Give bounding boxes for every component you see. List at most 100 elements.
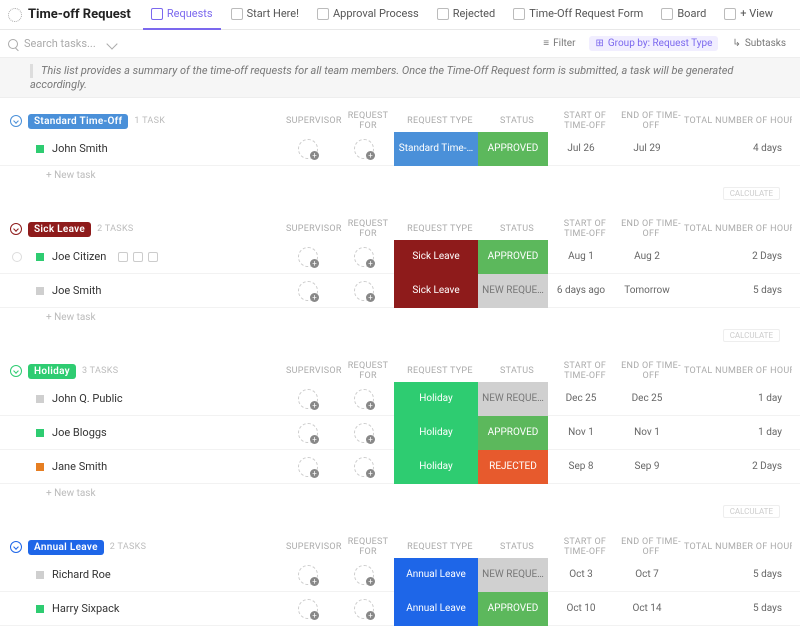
request-for-avatar[interactable] [354, 247, 374, 267]
status-chip[interactable]: NEW REQUE… [478, 382, 548, 416]
status-square-icon[interactable] [36, 605, 44, 613]
task-row[interactable]: Richard Roe Annual Leave NEW REQUE… Oct … [0, 558, 800, 592]
search-input[interactable]: Search tasks... [8, 37, 228, 50]
supervisor-avatar[interactable] [298, 565, 318, 585]
row-selector[interactable] [12, 252, 22, 262]
task-row[interactable]: Jane Smith Holiday REJECTED Sep 8 Sep 9 … [0, 450, 800, 484]
supervisor-avatar[interactable] [298, 599, 318, 619]
group-pill[interactable]: Annual Leave [28, 540, 104, 555]
request-for-avatar[interactable] [354, 389, 374, 409]
status-chip[interactable]: APPROVED [478, 240, 548, 274]
subtask-icon[interactable] [118, 252, 128, 262]
duration: 1 day [680, 427, 788, 438]
request-for-avatar[interactable] [354, 281, 374, 301]
group-header: Holiday 3 TASKS SUPERVISORREQUEST FORREQ… [0, 356, 800, 382]
request-type-chip[interactable]: Annual Leave [394, 558, 478, 592]
group-count: 3 TASKS [82, 366, 118, 376]
supervisor-avatar[interactable] [298, 389, 318, 409]
request-for-avatar[interactable] [354, 423, 374, 443]
status-chip[interactable]: APPROVED [478, 132, 548, 166]
status-square-icon[interactable] [36, 571, 44, 579]
group-toggle[interactable] [10, 541, 22, 553]
request-type-chip[interactable]: Sick Leave [394, 240, 478, 274]
request-type-chip[interactable]: Holiday [394, 382, 478, 416]
task-row[interactable]: John Q. Public Holiday NEW REQUE… Dec 25… [0, 382, 800, 416]
group-header: Annual Leave 2 TASKS SUPERVISORREQUEST F… [0, 532, 800, 558]
link-icon[interactable] [133, 252, 143, 262]
request-for-avatar[interactable] [354, 565, 374, 585]
request-type-chip[interactable]: Standard Time-… [394, 132, 478, 166]
group-toggle[interactable] [10, 115, 22, 127]
task-row[interactable]: John Smith Standard Time-… APPROVED Jul … [0, 132, 800, 166]
start-date: Oct 10 [548, 603, 614, 614]
status-square-icon[interactable] [36, 463, 44, 471]
calculate-button[interactable]: CALCULATE [723, 505, 780, 518]
request-type-chip[interactable]: Sick Leave [394, 274, 478, 308]
calculate-button[interactable]: CALCULATE [723, 329, 780, 342]
task-name: Joe Citizen [52, 250, 106, 263]
task-name: Harry Sixpack [52, 602, 119, 615]
status-chip[interactable]: APPROVED [478, 592, 548, 626]
task-row[interactable]: Joe Bloggs Holiday APPROVED Nov 1 Nov 1 … [0, 416, 800, 450]
tab-0[interactable]: Requests [143, 0, 221, 30]
edit-icon[interactable] [148, 252, 158, 262]
group-pill[interactable]: Holiday [28, 364, 76, 379]
new-task-button[interactable]: + New task [0, 166, 800, 185]
status-square-icon[interactable] [36, 287, 44, 295]
task-name: Richard Roe [52, 568, 111, 581]
request-type-chip[interactable]: Holiday [394, 416, 478, 450]
group-count: 1 TASK [134, 116, 165, 126]
tab-2[interactable]: Approval Process [309, 0, 427, 30]
start-date: Aug 1 [548, 251, 614, 262]
tab-1[interactable]: Start Here! [223, 0, 307, 30]
end-date: Nov 1 [614, 427, 680, 438]
start-date: Oct 3 [548, 569, 614, 580]
status-chip[interactable]: NEW REQUE… [478, 274, 548, 308]
supervisor-avatar[interactable] [298, 139, 318, 159]
group-header: Sick Leave 2 TASKS SUPERVISORREQUEST FOR… [0, 214, 800, 240]
end-date: Jul 29 [614, 143, 680, 154]
tab-icon [513, 8, 525, 20]
group-toggle[interactable] [10, 365, 22, 377]
end-date: Oct 7 [614, 569, 680, 580]
new-task-button[interactable]: + New task [0, 308, 800, 327]
group-pill[interactable]: Standard Time-Off [28, 114, 128, 129]
tab-icon [437, 8, 449, 20]
duration: 5 days [680, 569, 788, 580]
duration: 5 days [680, 285, 788, 296]
supervisor-avatar[interactable] [298, 247, 318, 267]
request-type-chip[interactable]: Holiday [394, 450, 478, 484]
status-chip[interactable]: NEW REQUE… [478, 558, 548, 592]
request-for-avatar[interactable] [354, 457, 374, 477]
subtasks-button[interactable]: ↳ Subtasks [726, 36, 792, 51]
start-date: 6 days ago [548, 285, 614, 296]
tab-6[interactable]: + View [716, 0, 781, 30]
request-type-chip[interactable]: Annual Leave [394, 592, 478, 626]
search-icon [8, 39, 18, 49]
supervisor-avatar[interactable] [298, 281, 318, 301]
group-by-button[interactable]: ⊞ Group by: Request Type [589, 36, 718, 51]
status-square-icon[interactable] [36, 395, 44, 403]
status-square-icon[interactable] [36, 429, 44, 437]
tab-3[interactable]: Rejected [429, 0, 503, 30]
tab-5[interactable]: Board [653, 0, 714, 30]
task-name: John Smith [52, 142, 108, 155]
task-row[interactable]: Harry Sixpack Annual Leave APPROVED Oct … [0, 592, 800, 626]
status-chip[interactable]: APPROVED [478, 416, 548, 450]
search-placeholder: Search tasks... [24, 37, 96, 50]
request-for-avatar[interactable] [354, 139, 374, 159]
supervisor-avatar[interactable] [298, 457, 318, 477]
calculate-button[interactable]: CALCULATE [723, 187, 780, 200]
status-square-icon[interactable] [36, 253, 44, 261]
filter-button[interactable]: ≡ Filter [537, 36, 581, 51]
status-square-icon[interactable] [36, 145, 44, 153]
supervisor-avatar[interactable] [298, 423, 318, 443]
status-chip[interactable]: REJECTED [478, 450, 548, 484]
request-for-avatar[interactable] [354, 599, 374, 619]
task-row[interactable]: Joe Citizen Sick Leave APPROVED Aug 1 Au… [0, 240, 800, 274]
group-toggle[interactable] [10, 223, 22, 235]
task-row[interactable]: Joe Smith Sick Leave NEW REQUE… 6 days a… [0, 274, 800, 308]
tab-4[interactable]: Time-Off Request Form [505, 0, 651, 30]
group-pill[interactable]: Sick Leave [28, 222, 91, 237]
new-task-button[interactable]: + New task [0, 484, 800, 503]
